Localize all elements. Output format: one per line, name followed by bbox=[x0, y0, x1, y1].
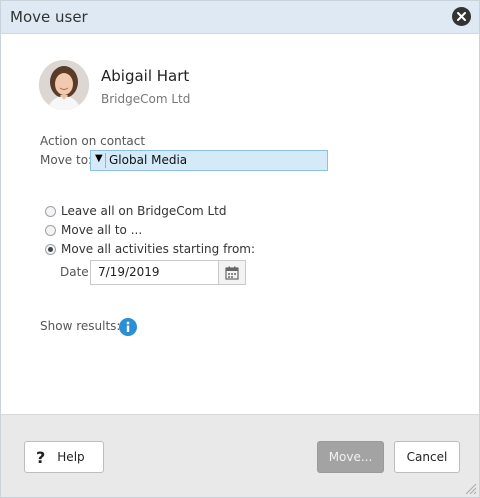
show-results-label: Show results: bbox=[40, 319, 121, 333]
radio-move-activities[interactable] bbox=[45, 243, 56, 255]
title-bar: Move user bbox=[1, 1, 479, 34]
avatar bbox=[39, 60, 89, 110]
date-input[interactable]: 7/19/2019 bbox=[90, 260, 219, 285]
move-to-select[interactable]: ▼ Global Media bbox=[90, 150, 328, 171]
select-divider bbox=[105, 153, 106, 168]
dialog-content: Abigail Hart BridgeCom Ltd Action on con… bbox=[1, 34, 479, 414]
calendar-button[interactable] bbox=[219, 260, 246, 285]
option-label: Move all activities starting from: bbox=[61, 242, 256, 256]
help-button[interactable]: ? Help bbox=[24, 441, 104, 473]
move-user-dialog: Move user Abigail Hart BridgeCom Ltd Act… bbox=[0, 0, 480, 498]
option-move-all-to[interactable]: Move all to ... bbox=[45, 221, 142, 239]
move-button[interactable]: Move... bbox=[317, 441, 384, 473]
dialog-title: Move user bbox=[10, 8, 88, 26]
calendar-icon bbox=[225, 266, 239, 280]
dialog-footer: ? Help Move... Cancel bbox=[1, 414, 479, 497]
close-button[interactable] bbox=[452, 7, 471, 26]
user-company: BridgeCom Ltd bbox=[101, 92, 191, 106]
help-icon: ? bbox=[36, 447, 46, 467]
radio-move-all-to[interactable] bbox=[45, 224, 56, 236]
radio-leave-all[interactable] bbox=[45, 205, 56, 217]
move-to-value: Global Media bbox=[109, 153, 188, 167]
cancel-button[interactable]: Cancel bbox=[394, 441, 460, 473]
resize-grip-icon[interactable] bbox=[463, 481, 477, 495]
help-button-label: Help bbox=[57, 450, 85, 464]
info-icon[interactable] bbox=[119, 318, 137, 336]
close-icon bbox=[457, 12, 466, 21]
move-to-label: Move to: bbox=[40, 153, 93, 167]
option-leave-all[interactable]: Leave all on BridgeCom Ltd bbox=[45, 202, 226, 220]
user-name: Abigail Hart bbox=[101, 67, 190, 85]
option-label: Move all to ... bbox=[61, 223, 143, 237]
option-move-activities[interactable]: Move all activities starting from: bbox=[45, 240, 255, 258]
dropdown-arrow-icon: ▼ bbox=[95, 153, 103, 164]
date-label: Date: bbox=[60, 265, 93, 279]
action-section-label: Action on contact bbox=[40, 134, 146, 148]
option-label: Leave all on BridgeCom Ltd bbox=[61, 204, 227, 218]
